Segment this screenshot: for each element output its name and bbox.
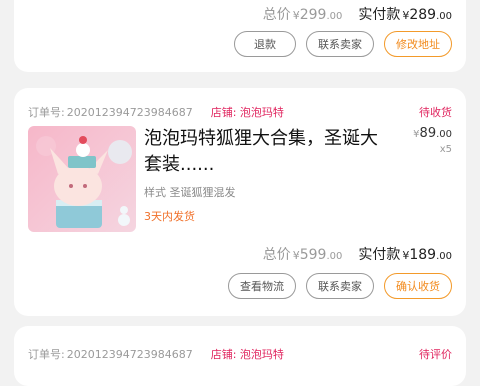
change-address-button[interactable]: 修改地址 [384, 31, 452, 57]
shipping-note: 3天内发货 [144, 210, 195, 223]
price-int: 89 [419, 126, 437, 141]
paid-currency: ¥ [402, 9, 410, 22]
total-decimal: .00 [326, 11, 343, 22]
fox-figure-image [28, 126, 136, 232]
order-actions: 查看物流 联系卖家 确认收货 [228, 273, 452, 299]
paid-amount: 189 [409, 247, 437, 263]
paid-currency: ¥ [402, 249, 410, 262]
total-decimal: .00 [326, 251, 343, 262]
total-currency: ¥ [292, 9, 300, 22]
refund-button[interactable]: 退款 [234, 31, 296, 57]
product-price: ¥89.00 [413, 126, 452, 141]
view-logistics-button[interactable]: 查看物流 [228, 273, 296, 299]
confirm-receipt-button[interactable]: 确认收货 [384, 273, 452, 299]
total-label: 总价 [262, 247, 291, 263]
order-number: 20201239472398468​7 [66, 105, 193, 119]
order-actions: 退款 联系卖家 修改地址 [234, 31, 452, 57]
contact-seller-button[interactable]: 联系卖家 [306, 273, 374, 299]
contact-seller-button[interactable]: 联系卖家 [306, 31, 374, 57]
total-amount: 599 [299, 247, 327, 263]
order-number-label: 订单号: [28, 106, 65, 119]
paid-decimal: .00 [436, 11, 452, 22]
product-title[interactable]: 泡泡玛特狐狸大合集，圣诞大套装...... [144, 126, 384, 178]
total-amount: 299 [299, 7, 327, 23]
order-totals: 总价 ¥ 599 .00 实付款 ¥ 189 .00 [263, 244, 452, 264]
paid-amount: 289 [409, 7, 437, 23]
product-spec: 样式 圣诞狐狸混发 [144, 186, 236, 199]
total-label: 总价 [262, 7, 291, 23]
order-header: 订单号: 20201239472398468​7 店铺: 泡泡玛特 待收货 [28, 104, 452, 120]
paid-label: 实付款 [358, 7, 401, 23]
order-card-bottom: 订单号: 202012394723984687 店铺: 泡泡玛特 待评价 [14, 326, 466, 386]
paid-decimal: .00 [436, 251, 452, 262]
order-status: 待收货 [419, 106, 452, 119]
total-currency: ¥ [292, 249, 300, 262]
product-quantity: x5 [439, 144, 452, 155]
shop-name[interactable]: 店铺: 泡泡玛特 [211, 104, 284, 120]
paid-label: 实付款 [358, 247, 401, 263]
product-thumbnail[interactable] [28, 126, 136, 232]
price-decimal: .00 [436, 129, 452, 140]
order-card-top: 总价 ¥ 299 .00 实付款 ¥ 289 .00 退款 联系卖家 修改地址 [14, 0, 466, 72]
order-card: 订单号: 20201239472398468​7 店铺: 泡泡玛特 待收货 [14, 88, 466, 316]
order-totals: 总价 ¥ 299 .00 实付款 ¥ 289 .00 [263, 4, 452, 24]
order-number: 202012394723984687 [66, 347, 193, 361]
